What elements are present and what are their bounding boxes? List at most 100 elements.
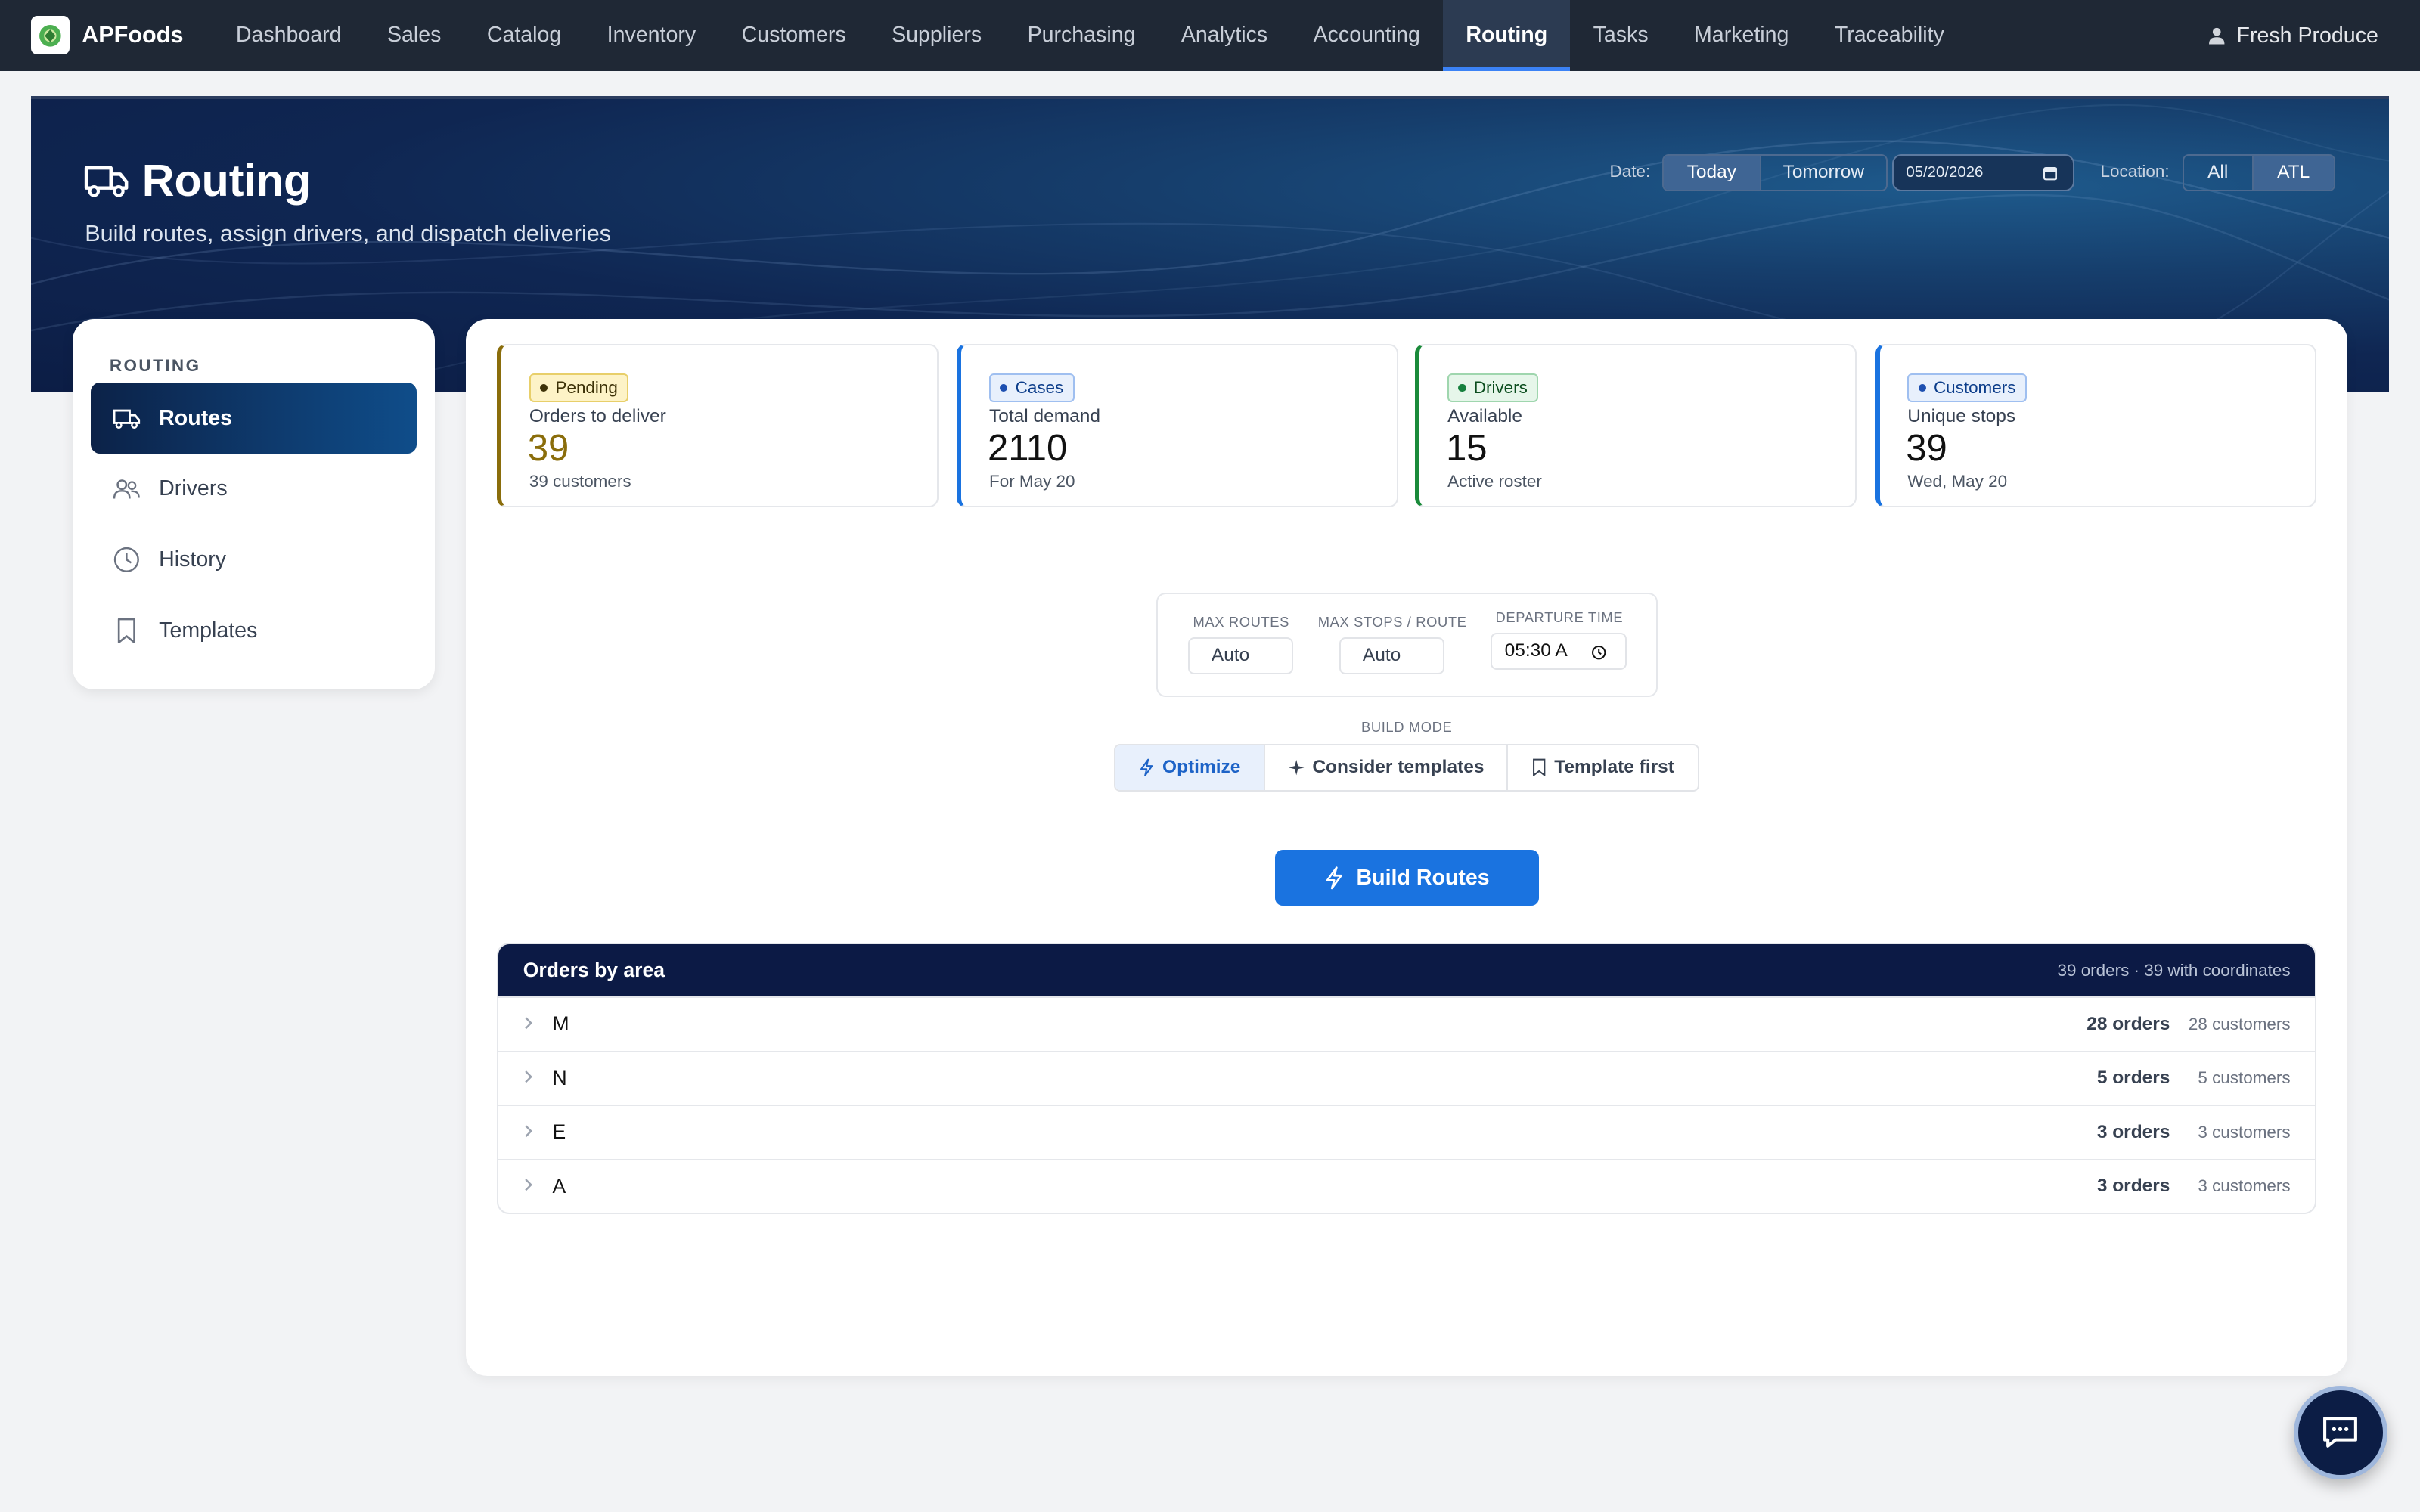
- area-row-a[interactable]: A 3 orders 3 customers: [498, 1158, 2316, 1213]
- user-menu[interactable]: Fresh Produce: [2207, 23, 2378, 48]
- nav-suppliers[interactable]: Suppliers: [869, 0, 1004, 71]
- route-options-panel: MAX ROUTES Auto MAX STOPS / ROUTE Auto D…: [1156, 592, 1658, 698]
- truck-icon: [113, 409, 141, 429]
- clock-icon[interactable]: [1591, 645, 1606, 660]
- area-name: N: [552, 1066, 567, 1089]
- nav-analytics[interactable]: Analytics: [1159, 0, 1291, 71]
- apfoods-logo-icon: [30, 16, 70, 55]
- location-atl-button[interactable]: ATL: [2251, 155, 2334, 190]
- build-mode-consider-templates[interactable]: Consider templates: [1265, 745, 1508, 790]
- nav-dashboard[interactable]: Dashboard: [213, 0, 365, 71]
- build-mode-template-first[interactable]: Template first: [1508, 745, 1698, 790]
- date-today-button[interactable]: Today: [1663, 155, 1760, 190]
- sidebar-heading: ROUTING: [109, 356, 201, 376]
- chevron-right-icon[interactable]: [522, 1123, 534, 1139]
- nav-catalog[interactable]: Catalog: [464, 0, 585, 71]
- max-routes-label: MAX ROUTES: [1193, 614, 1289, 631]
- area-customers: 28 customers: [2188, 1014, 2291, 1033]
- location-all-button[interactable]: All: [2184, 156, 2252, 190]
- sidebar-item-label: Routes: [159, 405, 232, 430]
- page-subtitle: Build routes, assign drivers, and dispat…: [85, 220, 612, 246]
- build-mode-option-label: Consider templates: [1312, 757, 1485, 778]
- date-tomorrow-button[interactable]: Tomorrow: [1759, 155, 1886, 190]
- bookmark-icon: [117, 618, 135, 644]
- top-navbar: APFoods Dashboard Sales Catalog Inventor…: [0, 0, 2420, 71]
- area-customers: 5 customers: [2198, 1068, 2291, 1088]
- stat-subtext: 39 customers: [529, 472, 631, 491]
- sidebar-item-templates[interactable]: Templates: [91, 596, 417, 667]
- chat-icon: [2323, 1417, 2358, 1448]
- build-mode-optimize[interactable]: Optimize: [1115, 745, 1266, 790]
- build-mode-option-label: Optimize: [1162, 757, 1241, 778]
- stat-value: 15: [1446, 428, 1488, 469]
- stat-value: 39: [1906, 428, 1947, 469]
- max-routes-input[interactable]: Auto: [1188, 637, 1294, 674]
- chevron-right-icon[interactable]: [522, 1015, 534, 1030]
- area-row-n[interactable]: N 5 orders 5 customers: [498, 1050, 2316, 1105]
- nav-traceability[interactable]: Traceability: [1812, 0, 1967, 71]
- nav-routing[interactable]: Routing: [1443, 0, 1571, 71]
- clock-icon: [113, 547, 139, 573]
- area-orders: 5 orders: [2096, 1067, 2170, 1089]
- build-mode-toggle: Optimize Consider templates Template fir…: [1114, 743, 1699, 792]
- nav-purchasing[interactable]: Purchasing: [1004, 0, 1158, 71]
- users-icon: [113, 479, 140, 499]
- nav-marketing[interactable]: Marketing: [1671, 0, 1812, 71]
- area-customers: 3 customers: [2198, 1122, 2291, 1142]
- departure-time-value: 05:30 A: [1504, 640, 1568, 662]
- truck-icon: [85, 166, 129, 197]
- bolt-icon: [1326, 866, 1342, 890]
- sidebar-item-label: Drivers: [159, 476, 228, 501]
- nav-tasks[interactable]: Tasks: [1570, 0, 1671, 71]
- stat-card-pending: Pending Orders to deliver 39 39 customer…: [497, 344, 939, 508]
- area-row-m[interactable]: M 28 orders 28 customers: [498, 996, 2316, 1050]
- stat-card-cases: Cases Total demand 2110 For May 20: [957, 344, 1398, 508]
- stat-label: Orders to deliver: [529, 405, 666, 426]
- orders-by-area-table: Orders by area 39 orders · 39 with coord…: [497, 942, 2317, 1215]
- nav-customers[interactable]: Customers: [718, 0, 869, 71]
- page-title: Routing: [141, 154, 312, 206]
- departure-time-input[interactable]: 05:30 A: [1491, 632, 1627, 670]
- stat-subtext: For May 20: [989, 472, 1075, 491]
- chevron-right-icon[interactable]: [522, 1177, 534, 1192]
- area-row-e[interactable]: E 3 orders 3 customers: [498, 1105, 2316, 1158]
- stat-label: Available: [1447, 405, 1522, 426]
- nav-inventory[interactable]: Inventory: [584, 0, 718, 71]
- nav-sales[interactable]: Sales: [365, 0, 464, 71]
- date-label: Date:: [1609, 162, 1651, 181]
- calendar-icon[interactable]: [2043, 166, 2058, 181]
- orders-by-area-title: Orders by area: [523, 959, 665, 982]
- brand-name: APFoods: [82, 22, 184, 48]
- stat-card-customers: Customers Unique stops 39 Wed, May 20: [1875, 344, 2317, 508]
- build-routes-button[interactable]: Build Routes: [1274, 850, 1539, 906]
- sidebar-item-drivers[interactable]: Drivers: [91, 454, 417, 525]
- brand[interactable]: APFoods: [30, 16, 204, 55]
- nav-accounting[interactable]: Accounting: [1290, 0, 1443, 71]
- status-badge: Pending: [529, 373, 629, 402]
- area-orders: 28 orders: [2086, 1013, 2170, 1034]
- chat-launcher-button[interactable]: [2293, 1385, 2388, 1480]
- sidebar-item-history[interactable]: History: [91, 525, 417, 596]
- orders-by-area-header: Orders by area 39 orders · 39 with coord…: [498, 943, 2316, 997]
- location-label: Location:: [2100, 162, 2170, 181]
- area-name: A: [552, 1174, 566, 1198]
- badge-label: Customers: [1933, 377, 2016, 397]
- stat-subtext: Active roster: [1447, 472, 1542, 491]
- badge-label: Cases: [1015, 377, 1064, 397]
- sidebar-item-routes[interactable]: Routes: [91, 383, 417, 454]
- sparkle-icon: [1288, 760, 1305, 776]
- max-stops-label: MAX STOPS / ROUTE: [1317, 614, 1467, 631]
- stat-label: Total demand: [989, 405, 1100, 426]
- user-icon: [2208, 27, 2225, 45]
- stat-value: 2110: [987, 428, 1068, 469]
- date-value: 05/20/2026: [1906, 163, 1984, 181]
- date-toggle: Today Tomorrow: [1661, 153, 1888, 191]
- bolt-icon: [1140, 758, 1153, 776]
- area-customers: 3 customers: [2198, 1176, 2291, 1196]
- chevron-right-icon[interactable]: [522, 1069, 534, 1084]
- area-name: M: [552, 1012, 569, 1036]
- date-picker-input[interactable]: 05/20/2026: [1892, 153, 2074, 191]
- bookmark-icon: [1532, 758, 1546, 777]
- max-stops-input[interactable]: Auto: [1339, 637, 1445, 674]
- stat-label: Unique stops: [1907, 405, 2016, 426]
